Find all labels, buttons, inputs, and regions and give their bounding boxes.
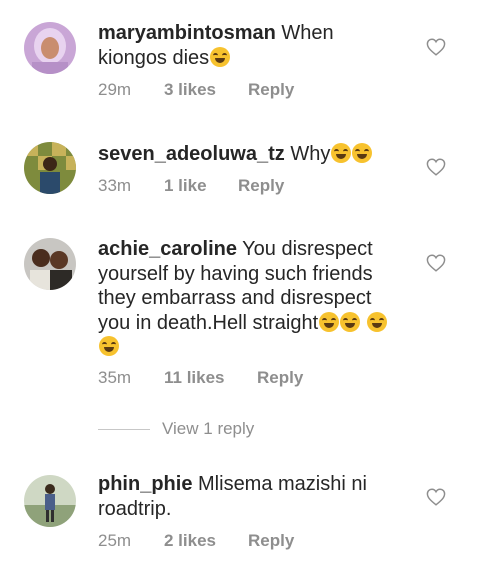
comment-text: maryambintosman When kiongos dies [98,21,398,70]
comment-username[interactable]: achie_caroline [98,238,237,260]
tears-of-joy-emoji-icon [340,311,361,332]
avatar[interactable] [24,22,76,74]
heart-outline-icon[interactable] [426,254,446,272]
reply-button[interactable]: Reply [257,368,303,388]
grinning-sweat-emoji-icon [210,46,231,67]
reply-button[interactable]: Reply [238,176,284,196]
avatar[interactable] [24,142,76,194]
heart-outline-icon[interactable] [426,158,446,176]
reply-button[interactable]: Reply [248,531,294,551]
heart-outline-icon[interactable] [426,488,446,506]
divider-line [98,429,150,430]
comment-time: 33m [98,176,132,195]
avatar[interactable] [24,238,76,290]
comment-likes[interactable]: 1 like [164,176,207,196]
comment-username[interactable]: seven_adeoluwa_tz [98,143,285,165]
comment-likes[interactable]: 2 likes [164,531,216,551]
comment-text: achie_caroline You disrespect yourself b… [98,237,398,360]
view-replies-label[interactable]: View 1 reply [162,419,254,439]
comment-time: 35m [98,368,132,387]
comment-time: 29m [98,80,132,99]
comment-text: seven_adeoluwa_tz Why [98,142,398,167]
comment-time: 25m [98,531,132,550]
heart-outline-icon[interactable] [426,38,446,56]
comment-likes[interactable]: 11 likes [164,368,225,388]
crying-emoji-icon [352,143,373,163]
comment-username[interactable]: maryambintosman [98,22,276,44]
tears-of-joy-emoji-icon [366,311,387,332]
comment-body: Why [290,143,331,165]
reply-button[interactable]: Reply [248,80,294,100]
tears-of-joy-emoji-icon [319,311,340,332]
comment-text: phin_phie Mlisema mazishi ni roadtrip. [98,472,398,521]
avatar[interactable] [24,475,76,527]
tears-of-joy-emoji-icon [99,336,119,356]
crying-emoji-icon [331,143,352,163]
comment-likes[interactable]: 3 likes [164,80,216,100]
comment-username[interactable]: phin_phie [98,473,192,495]
